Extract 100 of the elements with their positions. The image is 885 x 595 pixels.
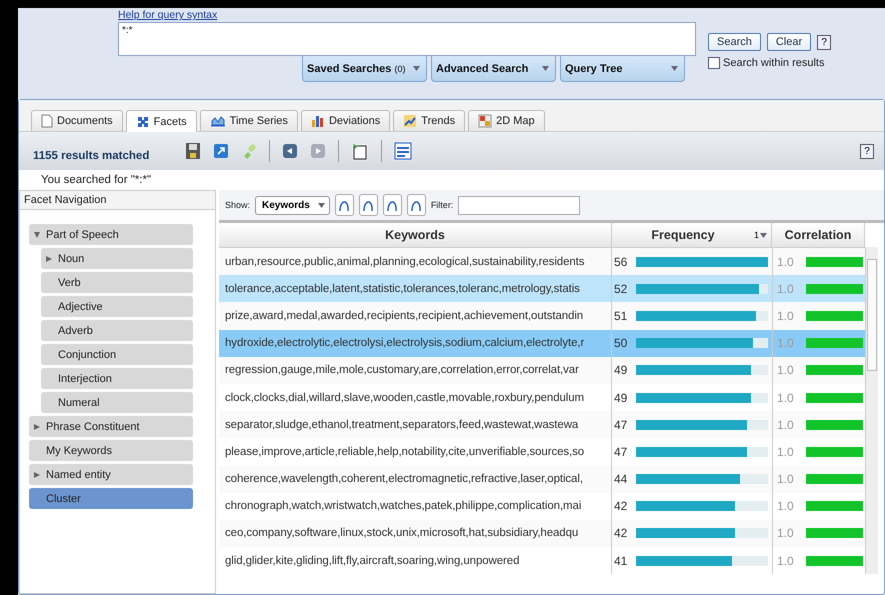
correlation-value: 1.0 (777, 554, 794, 568)
help-button[interactable]: ? (817, 34, 832, 50)
sort-indicator[interactable]: 1 (754, 230, 767, 240)
help-button[interactable]: ? (860, 144, 874, 158)
keywords-cell: please,improve,article,reliable,help,notability,cite,unverifiable,sources,so (225, 446, 584, 458)
keywords-cell: separator,sludge,ethanol,treatment,separators,feed,wastewat,wastewa (225, 418, 578, 431)
keywords-cell: prize,award,medal,awarded,recipients,recipient,achievement,outstandin (225, 310, 584, 322)
frequency-value: 42 (614, 499, 628, 514)
keywords-cell: regression,gauge,mile,mole,customary,are,correlation,error,correlat,var (225, 364, 579, 376)
scrollbar[interactable] (865, 247, 878, 574)
frequency-value: 44 (614, 472, 628, 486)
correlation-value: 1.0 (777, 418, 794, 432)
correlation-value: 1.0 (777, 444, 794, 459)
facet-item[interactable]: Conjunction (41, 344, 193, 365)
facet-item[interactable]: Noun (41, 248, 193, 269)
show-label: Show: (225, 200, 250, 210)
caret-icon (760, 232, 767, 238)
grid-map-icon (478, 114, 492, 128)
table-row[interactable]: prize,award,medal,awarded,recipients,recipient,achievement,outstandin 51 1.0 (219, 302, 865, 330)
frequency-value: 49 (614, 390, 628, 405)
document-icon[interactable] (351, 142, 369, 160)
dropdown-button[interactable]: Advanced Search (431, 56, 556, 82)
table-row[interactable]: chronograph,watch,wristwatch,watches,patek,philippe,complication,mai 42 1.0 (219, 492, 865, 520)
facet-item[interactable]: Phrase Constituent (29, 416, 193, 437)
collapsed-icon (46, 256, 52, 262)
frequency-value: 42 (614, 526, 628, 540)
curve-icon[interactable] (358, 194, 378, 216)
frequency-value: 41 (614, 554, 628, 568)
frequency-value: 49 (614, 363, 628, 378)
table-row[interactable]: urban,resource,public,animal,planning,ecological,sustainability,residents 56 1.0 (219, 248, 865, 276)
table-row[interactable]: hydroxide,electrolytic,electrolysi,electrolysis,sodium,calcium,electrolyte,r 50 1.0 (219, 330, 865, 357)
keywords-cell: ceo,company,software,linux,stock,unix,microsoft,hat,subsidiary,headqu (225, 527, 578, 540)
checkbox-label: Search within results (723, 57, 824, 69)
caret-icon (671, 66, 678, 71)
correlation-value: 1.0 (777, 499, 794, 514)
column-header[interactable]: Keywords (219, 223, 612, 247)
frequency-value: 51 (614, 308, 628, 323)
results-count: 1155 results matched (33, 150, 150, 162)
list-icon[interactable] (394, 142, 412, 160)
bar-chart-icon (310, 114, 325, 128)
tab[interactable]: Deviations (300, 110, 390, 131)
correlation-value: 1.0 (777, 282, 794, 296)
filter-field[interactable] (458, 196, 580, 214)
frequency-value: 50 (614, 336, 628, 350)
facet-item[interactable]: Verb (41, 272, 193, 293)
back-icon[interactable] (282, 143, 298, 159)
document-icon (41, 114, 53, 128)
keywords-cell: clock,clocks,dial,willard,slave,wooden,castle,movable,roxbury,pendulum (225, 392, 584, 404)
correlation-value: 1.0 (777, 336, 794, 350)
tab[interactable]: Facets (126, 110, 197, 132)
show-dropdown[interactable]: Keywords (255, 196, 330, 214)
caret-icon (318, 202, 325, 208)
search-button[interactable]: Clear (766, 33, 812, 51)
facet-item[interactable]: Interjection (41, 368, 193, 389)
tab[interactable]: Trends (393, 110, 466, 131)
table-row[interactable]: regression,gauge,mile,mole,customary,are,correlation,error,correlat,var 49 1.0 (219, 356, 865, 384)
frequency-value: 47 (614, 418, 628, 432)
facet-item[interactable]: Named entity (29, 464, 193, 485)
correlation-value: 1.0 (777, 390, 794, 405)
keywords-cell: hydroxide,electrolytic,electrolysi,electrolysis,sodium,calcium,electrolyte,r (225, 337, 584, 350)
frequency-value: 56 (614, 254, 628, 269)
table-row[interactable]: tolerance,acceptable,latent,statistic,tolerances,toleranc,metrology,statis 52 1.0 (219, 275, 865, 302)
correlation-value: 1.0 (777, 526, 794, 540)
tab[interactable]: 2D Map (468, 110, 545, 131)
facet-item[interactable]: Numeral (41, 392, 193, 413)
table-row[interactable]: ceo,company,software,linux,stock,unix,microsoft,hat,subsidiary,headqu 42 1.0 (219, 520, 865, 548)
facet-item[interactable]: Adjective (41, 296, 193, 317)
facet-item[interactable]: Part of Speech (29, 224, 193, 245)
help-link[interactable]: Help for query syntax (118, 9, 218, 21)
collapsed-icon (34, 472, 40, 478)
query-field[interactable]: *:* (118, 22, 696, 56)
keywords-cell: chronograph,watch,wristwatch,watches,patek,philippe,complication,mai (225, 500, 582, 512)
curve-icon[interactable] (406, 194, 426, 216)
panel-title: Facet Navigation (20, 191, 215, 210)
dropdown-button[interactable]: Saved Searches (0) (302, 56, 427, 82)
curve-icon[interactable] (382, 194, 402, 216)
keywords-cell: urban,resource,public,animal,planning,ecological,sustainability,residents (225, 256, 584, 268)
curve-icon[interactable] (334, 194, 354, 216)
facet-item[interactable]: Adverb (41, 320, 193, 341)
table-row[interactable]: coherence,wavelength,coherent,electromagnetic,refractive,laser,optical, 44 1.0 (219, 466, 865, 493)
caret-icon (542, 66, 549, 71)
correlation-value: 1.0 (777, 254, 794, 269)
tab[interactable]: Time Series (200, 110, 298, 131)
search-button[interactable]: Search (708, 33, 761, 51)
frequency-value: 47 (614, 444, 628, 459)
checkbox[interactable] (708, 57, 720, 69)
correlation-value: 1.0 (777, 363, 794, 378)
tab[interactable]: Documents (31, 110, 123, 131)
save-icon[interactable] (185, 142, 201, 160)
dropdown-button[interactable]: Query Tree (560, 56, 685, 82)
puzzle-icon (136, 114, 150, 128)
facet-item[interactable]: My Keywords (29, 440, 193, 461)
keywords-cell: coherence,wavelength,coherent,electromagnetic,refractive,laser,optical, (225, 473, 583, 486)
facet-item[interactable]: Cluster (29, 488, 193, 509)
trend-chart-icon (403, 114, 418, 128)
export-icon[interactable] (213, 143, 229, 159)
table-row[interactable]: separator,sludge,ethanol,treatment,separators,feed,wastewat,wastewa 47 1.0 (219, 411, 865, 438)
column-header[interactable]: Frequency (612, 228, 754, 242)
column-header[interactable]: Correlation (772, 223, 865, 247)
caret-icon (413, 66, 420, 71)
